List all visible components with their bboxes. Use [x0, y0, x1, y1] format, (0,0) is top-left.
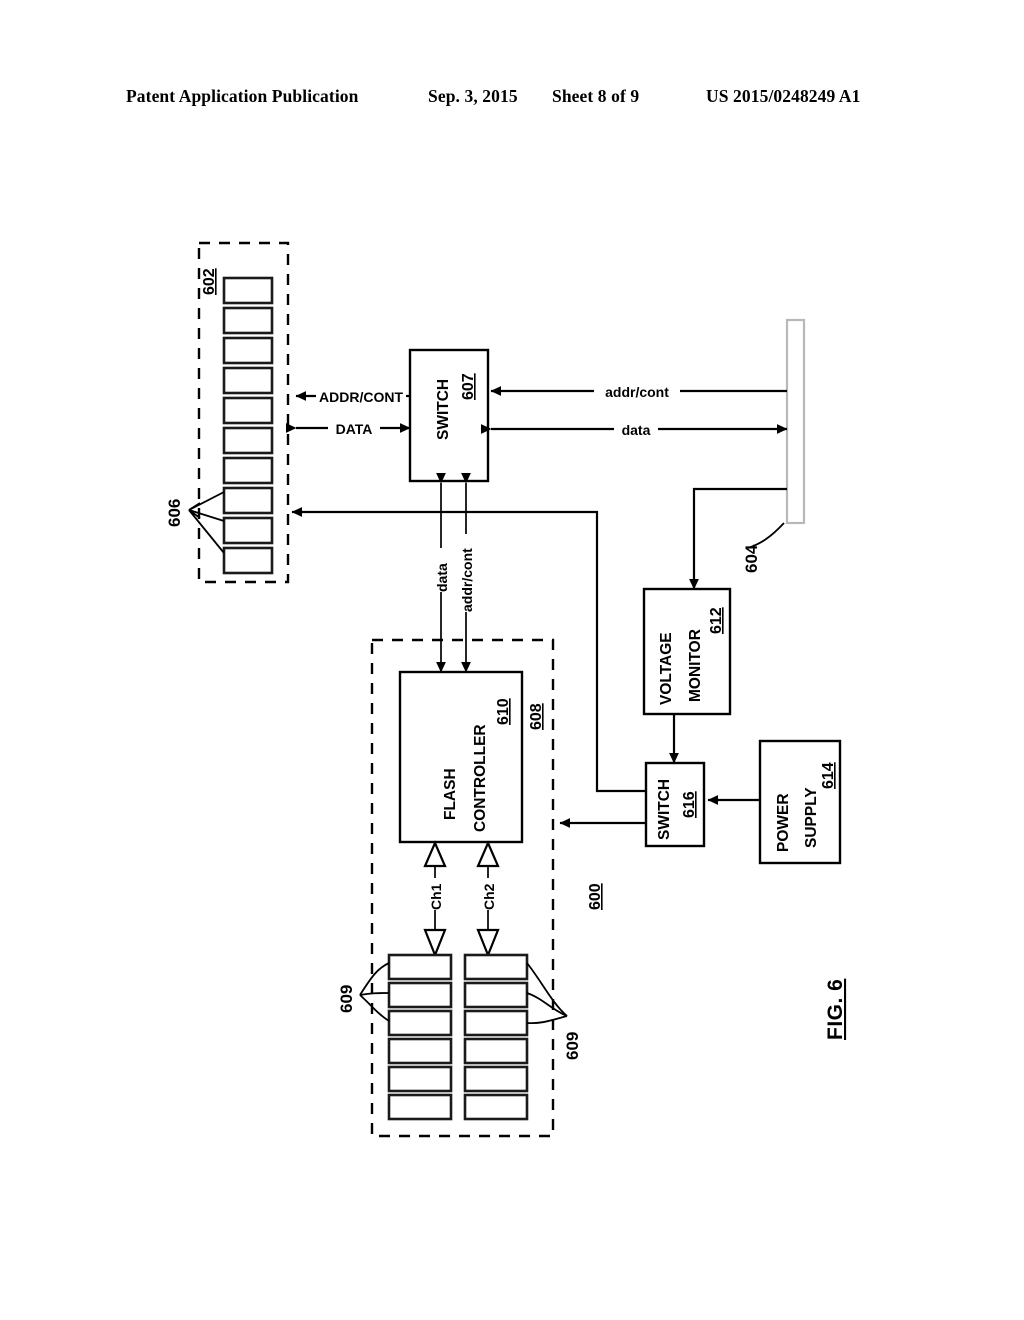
flash-chip: [463, 1009, 529, 1037]
svg-text:614: 614: [820, 762, 837, 789]
ref-600: 600: [587, 883, 604, 910]
power-supply-title-line2: SUPPLY: [803, 787, 820, 848]
dram-chip: [222, 366, 274, 395]
dram-chip: [222, 276, 274, 305]
patent-figure-page: Patent Application Publication Sep. 3, 2…: [0, 0, 1024, 1320]
flash-controller-title-line1: FLASH: [442, 768, 459, 820]
svg-text:608: 608: [528, 703, 545, 730]
figure-label: FIG. 6: [824, 979, 847, 1040]
svg-text:607: 607: [460, 373, 477, 400]
wire-host-to-voltage-monitor: [689, 487, 787, 590]
ref-604-leader: [747, 522, 785, 549]
dram-chip: [222, 306, 274, 335]
switch-607-ref: 607: [460, 373, 477, 400]
svg-text:604: 604: [742, 544, 761, 573]
svg-text:606: 606: [165, 499, 184, 527]
svg-text:Ch2: Ch2: [481, 883, 497, 910]
svg-text:602: 602: [201, 268, 218, 295]
flash-controller-610-block: [398, 670, 524, 844]
switch-616-title: SWITCH: [656, 779, 673, 840]
ref-609-left-leaders: [359, 962, 390, 1022]
label-channel-1: Ch1: [428, 883, 444, 910]
channel-1-bus: Ch1: [423, 840, 447, 958]
host-interface-bar-604: [785, 318, 806, 525]
ref-606-leaders: [188, 491, 225, 554]
dram-chip: [222, 486, 274, 515]
flash-chip: [387, 953, 453, 981]
label-addr-cont-upper: ADDR/CONT: [319, 389, 403, 405]
label-channel-2: Ch2: [481, 883, 497, 910]
voltage-monitor-ref: 612: [708, 607, 725, 634]
flash-chip-grid: [387, 953, 529, 1121]
label-data-host: data: [622, 422, 651, 438]
svg-text:SWITCH: SWITCH: [435, 379, 452, 440]
svg-text:609: 609: [337, 985, 356, 1013]
svg-text:600: 600: [587, 883, 604, 910]
svg-text:MONITOR: MONITOR: [687, 629, 704, 702]
power-supply-ref: 614: [820, 762, 837, 789]
svg-text:616: 616: [681, 791, 698, 818]
svg-text:data: data: [434, 563, 450, 592]
flash-chip: [387, 1009, 453, 1037]
svg-text:SUPPLY: SUPPLY: [803, 787, 820, 848]
flash-chip: [463, 953, 529, 981]
voltage-monitor-title-line1: VOLTAGE: [658, 632, 675, 705]
label-addr-cont-host: addr/cont: [605, 384, 669, 400]
svg-text:CONTROLLER: CONTROLLER: [472, 724, 489, 832]
dram-chip: [222, 546, 274, 575]
flash-chip: [387, 1093, 453, 1121]
label-data-lower: data: [434, 563, 450, 592]
svg-text:VOLTAGE: VOLTAGE: [658, 632, 675, 705]
flash-chip: [387, 1037, 453, 1065]
ref-609-right: 609: [563, 1032, 582, 1060]
channel-2-bus: Ch2: [476, 840, 500, 958]
svg-text:FLASH: FLASH: [442, 768, 459, 820]
dram-chip: [222, 516, 274, 545]
svg-text:610: 610: [495, 698, 512, 725]
flash-controller-ref: 610: [495, 698, 512, 725]
dram-chip: [222, 336, 274, 365]
flash-chip: [463, 981, 529, 1009]
ref-609-left: 609: [337, 985, 356, 1013]
flash-controller-title-line2: CONTROLLER: [472, 724, 489, 832]
ref-609-right-leaders: [526, 962, 568, 1025]
svg-text:addr/cont: addr/cont: [459, 548, 475, 612]
voltage-monitor-title-line2: MONITOR: [687, 629, 704, 702]
svg-text:FIG. 6: FIG. 6: [824, 979, 847, 1040]
svg-text:SWITCH: SWITCH: [656, 779, 673, 840]
dram-chip-list: [222, 276, 274, 575]
switch-616-ref: 616: [681, 791, 698, 818]
svg-text:Ch1: Ch1: [428, 883, 444, 910]
flash-chip: [463, 1093, 529, 1121]
dram-chip: [222, 456, 274, 485]
switch-607-title: SWITCH: [435, 379, 452, 440]
ref-604: 604: [742, 544, 761, 573]
flash-chip: [387, 981, 453, 1009]
figure-6-diagram: 602 606 SWITCH 607 ADDR/CONT DATA addr/c…: [0, 0, 1024, 1320]
svg-text:609: 609: [563, 1032, 582, 1060]
dram-chip: [222, 426, 274, 455]
label-data-upper: DATA: [336, 421, 373, 437]
svg-text:POWER: POWER: [775, 793, 792, 852]
ref-608: 608: [528, 703, 545, 730]
power-supply-614-block: [758, 739, 842, 865]
dram-chip: [222, 396, 274, 425]
label-addr-cont-lower: addr/cont: [459, 548, 475, 612]
ref-606: 606: [165, 499, 184, 527]
flash-chip: [387, 1065, 453, 1093]
flash-chip: [463, 1037, 529, 1065]
flash-chip: [463, 1065, 529, 1093]
svg-text:612: 612: [708, 607, 725, 634]
power-supply-title-line1: POWER: [775, 793, 792, 852]
ref-602: 602: [201, 268, 218, 295]
